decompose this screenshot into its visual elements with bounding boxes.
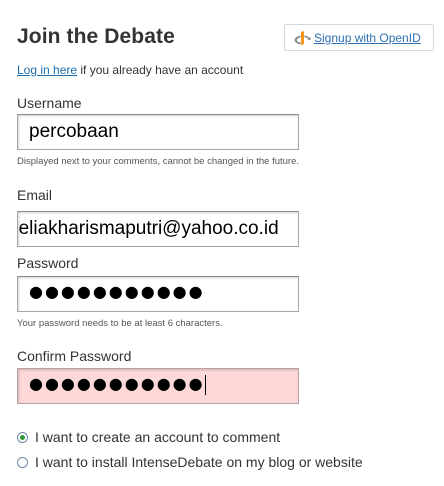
- email-label: Email: [17, 187, 53, 203]
- username-input[interactable]: percobaan: [17, 114, 299, 150]
- text-caret: [204, 374, 206, 395]
- confirm-password-label: Confirm Password: [17, 348, 132, 364]
- username-hint: Displayed next to your comments, cannot …: [17, 156, 299, 167]
- option-create-account[interactable]: I want to create an account to comment: [17, 429, 280, 445]
- openid-button-label: Signup with OpenID: [314, 30, 421, 45]
- username-label: Username: [17, 95, 82, 111]
- option-install-intensedebate[interactable]: I want to install IntenseDebate on my bl…: [17, 454, 363, 470]
- openid-icon: [293, 29, 311, 47]
- login-prompt-suffix: if you already have an account: [77, 63, 244, 77]
- password-input[interactable]: ●●●●●●●●●●●: [17, 276, 299, 312]
- password-label: Password: [17, 255, 79, 271]
- option-install-intensedebate-label: I want to install IntenseDebate on my bl…: [35, 454, 363, 470]
- confirm-password-value-wrap: ●●●●●●●●●●●: [29, 374, 206, 395]
- email-value: neliakharismaputri@yahoo.co.id: [17, 218, 279, 239]
- signup-openid-button[interactable]: Signup with OpenID: [284, 24, 434, 51]
- radio-install-intensedebate[interactable]: [17, 456, 28, 468]
- password-hint: Your password needs to be at least 6 cha…: [17, 318, 223, 329]
- confirm-password-value: ●●●●●●●●●●●: [29, 374, 205, 393]
- option-create-account-label: I want to create an account to comment: [35, 429, 281, 445]
- username-value: percobaan: [29, 121, 119, 142]
- login-prompt: Log in here if you already have an accou…: [17, 63, 243, 77]
- page-title: Join the Debate: [17, 25, 175, 48]
- radio-create-account[interactable]: [17, 431, 28, 443]
- login-link[interactable]: Log in here: [17, 63, 77, 77]
- confirm-password-input[interactable]: ●●●●●●●●●●●: [17, 368, 299, 404]
- email-input[interactable]: neliakharismaputri@yahoo.co.id: [17, 211, 299, 247]
- password-value: ●●●●●●●●●●●: [29, 282, 205, 301]
